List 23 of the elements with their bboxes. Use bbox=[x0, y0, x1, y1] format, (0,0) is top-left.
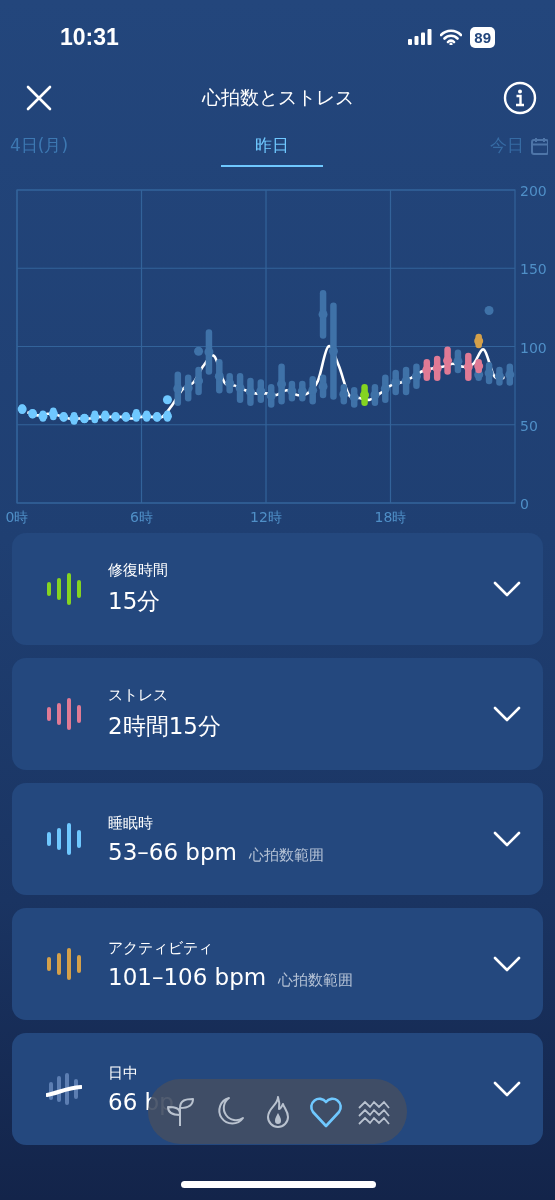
axis-label: 12時 bbox=[250, 509, 282, 525]
metric-label: アクティビティ bbox=[108, 938, 214, 958]
metric-label: 修復時間 bbox=[108, 561, 169, 580]
metric-label: 睡眠時 bbox=[108, 813, 154, 833]
metric-value: 53–66 bpm bbox=[108, 838, 237, 865]
axis-label: 0時 bbox=[5, 509, 29, 525]
axis-label: 200 bbox=[520, 183, 547, 199]
axis-label: 6時 bbox=[130, 509, 153, 525]
metric-note: 心拍数範囲 bbox=[248, 845, 324, 865]
axis-label: 150 bbox=[520, 261, 547, 278]
metric-label: 日中 bbox=[108, 1063, 139, 1083]
screen-title: 心拍数とストレス bbox=[202, 85, 354, 110]
axis-label: 18時 bbox=[374, 509, 407, 525]
axis-label: 100 bbox=[520, 339, 547, 356]
metric-note: 心拍数範囲 bbox=[278, 970, 354, 990]
status-time: 10:31 bbox=[60, 23, 119, 51]
metric-value: 15分 bbox=[108, 587, 161, 616]
battery-indicator: 89 bbox=[470, 26, 495, 48]
axis-label: 0 bbox=[520, 496, 529, 512]
metric-label: ストレス bbox=[108, 686, 169, 705]
axis-label: 50 bbox=[520, 417, 538, 434]
metric-value: 2時間15分 bbox=[108, 712, 221, 741]
metric-value: 101–106 bpm bbox=[108, 963, 267, 990]
